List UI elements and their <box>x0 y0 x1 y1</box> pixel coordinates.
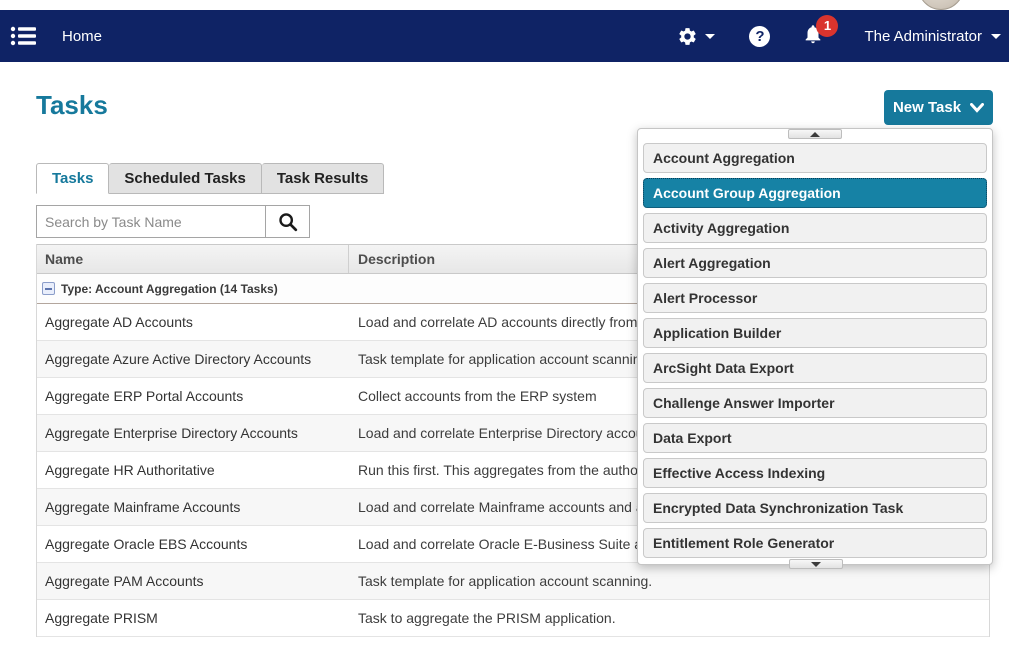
nav-home-link[interactable]: Home <box>62 28 102 45</box>
collapse-icon[interactable] <box>42 282 55 295</box>
task-name: Aggregate ERP Portal Accounts <box>37 378 349 414</box>
task-name: Aggregate HR Authoritative <box>37 452 349 488</box>
column-header-name[interactable]: Name <box>37 245 349 273</box>
search-icon <box>277 211 299 233</box>
triangle-down-icon <box>811 562 821 567</box>
dropdown-item[interactable]: Challenge Answer Importer <box>643 388 987 418</box>
table-row[interactable]: Aggregate PRISM Task to aggregate the PR… <box>37 600 989 637</box>
dropdown-item[interactable]: Application Builder <box>643 318 987 348</box>
task-name: Aggregate Oracle EBS Accounts <box>37 526 349 562</box>
gear-icon <box>677 26 698 47</box>
scroll-up-button[interactable] <box>788 129 842 139</box>
new-task-button[interactable]: New Task <box>884 90 993 125</box>
task-name: Aggregate PRISM <box>37 600 349 636</box>
dropdown-item[interactable]: Entitlement Role Generator <box>643 528 987 558</box>
tab-task-results[interactable]: Task Results <box>262 163 384 194</box>
chevron-down-icon <box>970 103 984 113</box>
user-menu[interactable]: The Administrator <box>864 28 1001 45</box>
new-task-dropdown: Account Aggregation Account Group Aggreg… <box>637 128 993 565</box>
search-bar <box>36 205 310 238</box>
group-header-label: Type: Account Aggregation (14 Tasks) <box>61 282 278 296</box>
navbar: Home ? 1 The Administrator <box>0 10 1009 62</box>
dropdown-item[interactable]: Alert Processor <box>643 283 987 313</box>
page-title: Tasks <box>36 90 108 121</box>
table-row[interactable]: Aggregate PAM Accounts Task template for… <box>37 563 989 600</box>
dropdown-item[interactable]: ArcSight Data Export <box>643 353 987 383</box>
dropdown-item[interactable]: Account Aggregation <box>643 143 987 173</box>
dropdown-list: Account Aggregation Account Group Aggreg… <box>638 139 992 558</box>
search-button[interactable] <box>266 205 310 238</box>
triangle-up-icon <box>810 132 820 137</box>
dropdown-item[interactable]: Activity Aggregation <box>643 213 987 243</box>
menu-list-icon[interactable] <box>10 25 36 47</box>
scroll-down-button[interactable] <box>789 559 843 569</box>
settings-menu[interactable] <box>677 26 715 47</box>
task-name: Aggregate Azure Active Directory Account… <box>37 341 349 377</box>
new-task-label: New Task <box>893 99 961 116</box>
dropdown-item[interactable]: Encrypted Data Synchronization Task <box>643 493 987 523</box>
task-name: Aggregate Enterprise Directory Accounts <box>37 415 349 451</box>
tab-tasks[interactable]: Tasks <box>36 163 109 194</box>
dropdown-item[interactable]: Effective Access Indexing <box>643 458 987 488</box>
tab-bar: Tasks Scheduled Tasks Task Results <box>36 163 384 194</box>
task-name: Aggregate PAM Accounts <box>37 563 349 599</box>
dropdown-item-selected[interactable]: Account Group Aggregation <box>643 178 987 208</box>
task-description: Task template for application account sc… <box>349 563 989 599</box>
tab-scheduled-tasks[interactable]: Scheduled Tasks <box>109 163 261 194</box>
task-name: Aggregate Mainframe Accounts <box>37 489 349 525</box>
dropdown-item[interactable]: Alert Aggregation <box>643 248 987 278</box>
task-name: Aggregate AD Accounts <box>37 304 349 340</box>
notification-badge: 1 <box>816 15 838 37</box>
chevron-down-icon <box>991 34 1001 39</box>
user-name: The Administrator <box>864 28 982 45</box>
dropdown-item[interactable]: Data Export <box>643 423 987 453</box>
chevron-down-icon <box>705 34 715 39</box>
top-strip <box>0 0 1009 10</box>
help-icon[interactable]: ? <box>749 26 770 47</box>
task-description: Task to aggregate the PRISM application. <box>349 600 989 636</box>
notifications-button[interactable]: 1 <box>802 22 824 51</box>
search-input[interactable] <box>36 205 266 238</box>
